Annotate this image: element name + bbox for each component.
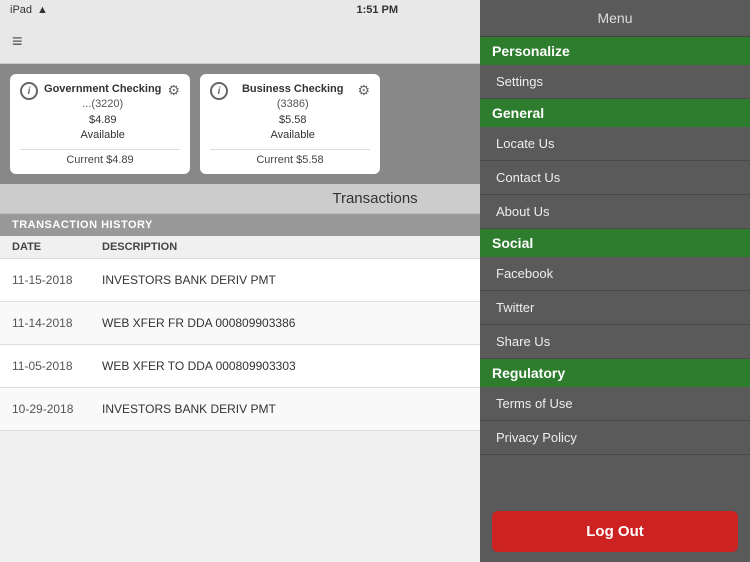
menu-item-terms-of-use[interactable]: Terms of Use <box>480 387 750 421</box>
account-name-0: Government Checking <box>38 82 167 97</box>
status-bar-time: 1:51 PM <box>356 4 398 16</box>
account-balance-1: $5.58 <box>228 113 357 128</box>
wifi-icon: ▲ <box>37 4 48 16</box>
menu-item-about-us[interactable]: About Us <box>480 195 750 229</box>
hamburger-menu-icon[interactable]: ≡ <box>12 31 23 52</box>
logout-button[interactable]: Log Out <box>492 511 738 552</box>
account-footer-1: Current $5.58 <box>210 149 370 166</box>
ipad-label: iPad <box>10 4 32 16</box>
account-card-1: i Business Checking (3386) $5.58 Availab… <box>200 74 380 174</box>
menu-spacer <box>480 455 750 501</box>
menu-item-privacy-policy[interactable]: Privacy Policy <box>480 421 750 455</box>
tx-date-0: 11-15-2018 <box>12 273 102 287</box>
account-gear-icon-0[interactable]: ⚙ <box>167 82 180 99</box>
account-number-0: ...(3220) <box>38 97 167 112</box>
account-details-0: Government Checking ...(3220) $4.89 Avai… <box>38 82 167 144</box>
menu-item-settings[interactable]: Settings <box>480 65 750 99</box>
menu-item-twitter[interactable]: Twitter <box>480 291 750 325</box>
account-card-0: i Government Checking ...(3220) $4.89 Av… <box>10 74 190 174</box>
account-name-1: Business Checking <box>228 82 357 97</box>
tx-date-2: 11-05-2018 <box>12 359 102 373</box>
menu-item-share-us[interactable]: Share Us <box>480 325 750 359</box>
account-footer-0: Current $4.89 <box>20 149 180 166</box>
menu-section-regulatory: Regulatory <box>480 359 750 387</box>
account-info-icon-1[interactable]: i <box>210 82 228 100</box>
col-date-header: DATE <box>12 241 102 253</box>
account-available-0: Available <box>38 128 167 143</box>
menu-title: Menu <box>480 0 750 37</box>
account-info-icon-0[interactable]: i <box>20 82 38 100</box>
menu-item-facebook[interactable]: Facebook <box>480 257 750 291</box>
account-gear-icon-1[interactable]: ⚙ <box>357 82 370 99</box>
menu-overlay: Menu Personalize Settings General Locate… <box>480 0 750 562</box>
menu-section-general: General <box>480 99 750 127</box>
tx-date-3: 10-29-2018 <box>12 402 102 416</box>
menu-item-contact-us[interactable]: Contact Us <box>480 161 750 195</box>
account-available-1: Available <box>228 128 357 143</box>
status-bar-left: iPad ▲ <box>10 4 48 16</box>
menu-section-personalize: Personalize <box>480 37 750 65</box>
menu-item-locate-us[interactable]: Locate Us <box>480 127 750 161</box>
tx-date-1: 11-14-2018 <box>12 316 102 330</box>
account-balance-0: $4.89 <box>38 113 167 128</box>
account-details-1: Business Checking (3386) $5.58 Available <box>228 82 357 144</box>
menu-section-social: Social <box>480 229 750 257</box>
account-number-1: (3386) <box>228 97 357 112</box>
